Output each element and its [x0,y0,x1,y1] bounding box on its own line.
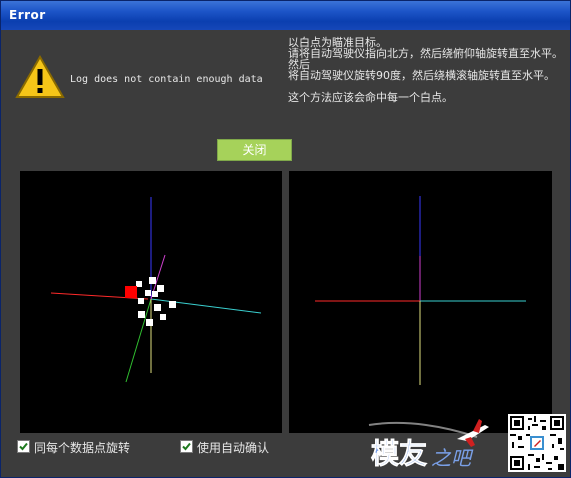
target-point [145,290,151,296]
warning-icon [15,55,65,98]
target-point [169,301,176,308]
axis-cyan [150,298,262,314]
target-point [154,304,161,311]
instruction-line: 将自动驾驶仪旋转90度，然后绕横滚轴旋转直至水平。 [288,69,555,82]
instruction-line: 请将自动驾驶仪指向北方，然后绕俯仰轴旋转直至水平。 [288,47,563,60]
target-point [157,285,164,292]
target-point [152,291,158,297]
checkbox-box[interactable] [17,440,30,453]
checkbox-label: 同每个数据点旋转 [34,441,131,455]
title-bar[interactable]: Error [1,1,570,30]
checkmark-icon [19,442,28,451]
svg-text:模友: 模友 [371,437,427,470]
site-watermark-logo: 模友 之吧 [368,419,489,470]
checkbox-label: 使用自动确认 [197,441,270,455]
error-dialog-window: Error Log does not contain enough data 以… [0,0,571,478]
sphere-3d-view[interactable] [20,171,282,433]
current-point [125,286,137,298]
checkbox-box[interactable] [180,440,193,453]
reference-axes-view [289,171,552,433]
target-point [138,311,145,318]
target-point [160,314,166,320]
svg-text:之吧: 之吧 [431,446,474,470]
window-title: Error [9,8,46,22]
target-point [146,319,153,326]
calibration-instructions: 以白点为瞄准目标。 请将自动驾驶仪指向北方，然后绕俯仰轴旋转直至水平。 然后 将… [288,37,570,104]
qr-code [508,414,566,472]
instruction-line: 这个方法应该会命中每一个白点。 [288,91,453,104]
target-point [138,298,144,304]
close-button[interactable]: 关闭 [217,139,292,161]
log-message: Log does not contain enough data [70,74,263,85]
target-point [149,277,156,284]
checkmark-icon [182,442,191,451]
